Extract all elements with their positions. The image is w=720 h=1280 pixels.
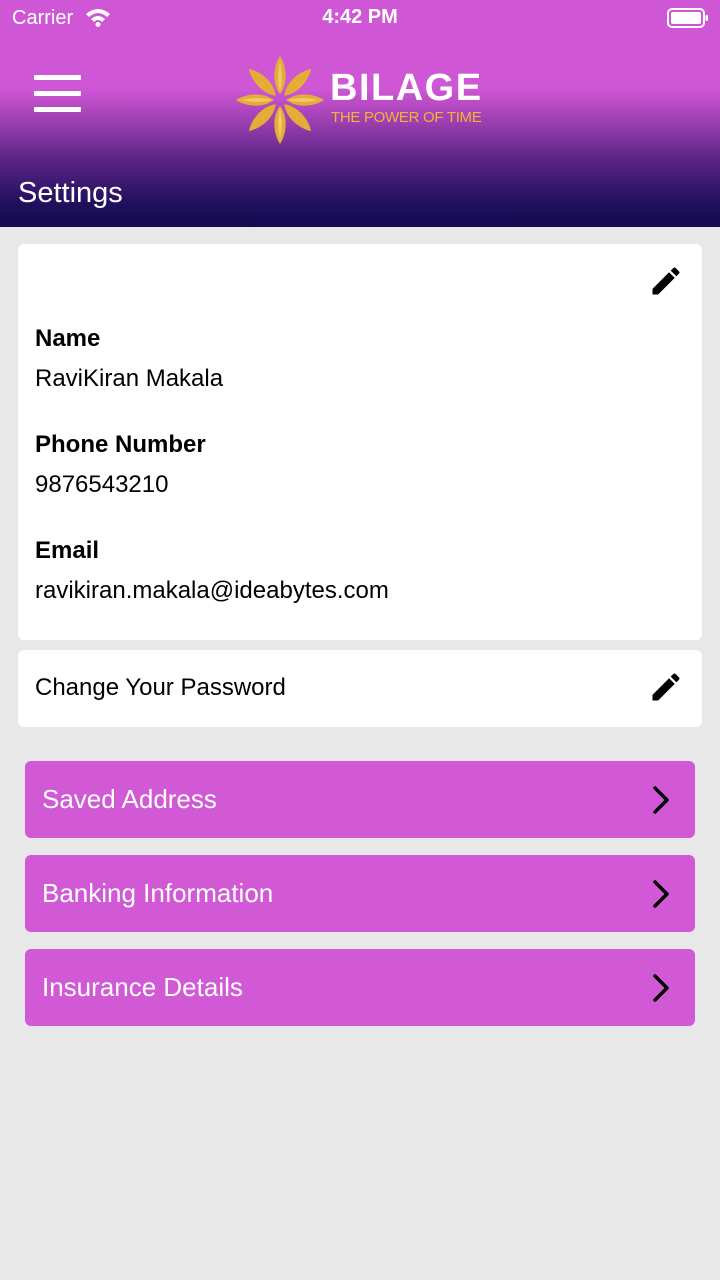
- brand-tagline: THE POWER OF TIME: [331, 109, 482, 126]
- name-value: RaviKiran Makala: [35, 365, 224, 392]
- edit-profile-pencil-icon[interactable]: [648, 263, 684, 299]
- page-title: Settings: [18, 177, 123, 209]
- insurance-details-button[interactable]: Insurance Details: [25, 949, 695, 1026]
- email-label: Email: [35, 537, 100, 564]
- chevron-right-icon: [653, 880, 669, 908]
- name-label: Name: [35, 325, 101, 352]
- banking-information-button[interactable]: Banking Information: [25, 855, 695, 932]
- profile-card: Name RaviKiran Makala Phone Number 98765…: [18, 244, 702, 640]
- change-password-row[interactable]: Change Your Password: [18, 650, 702, 727]
- email-value: ravikiran.makala@ideabytes.com: [35, 577, 389, 604]
- logo-flower-icon: [236, 56, 324, 144]
- edit-password-pencil-icon[interactable]: [648, 669, 684, 705]
- saved-address-label: Saved Address: [42, 784, 217, 814]
- hamburger-menu-icon[interactable]: [34, 75, 82, 113]
- chevron-right-icon: [653, 974, 669, 1002]
- brand-name: BILAGE: [330, 67, 483, 109]
- status-time: 4:42 PM: [322, 6, 398, 28]
- app-header: Carrier 4:42 PM BILAGE THE POWER OF TIME…: [0, 0, 720, 227]
- phone-value: 9876543210: [35, 471, 169, 498]
- status-bar: Carrier 4:42 PM: [0, 0, 720, 38]
- change-password-label: Change Your Password: [35, 674, 286, 701]
- battery-icon: [667, 8, 708, 28]
- saved-address-button[interactable]: Saved Address: [25, 761, 695, 838]
- chevron-right-icon: [653, 786, 669, 814]
- banking-information-label: Banking Information: [42, 878, 274, 908]
- insurance-details-label: Insurance Details: [42, 972, 243, 1002]
- phone-label: Phone Number: [35, 431, 206, 458]
